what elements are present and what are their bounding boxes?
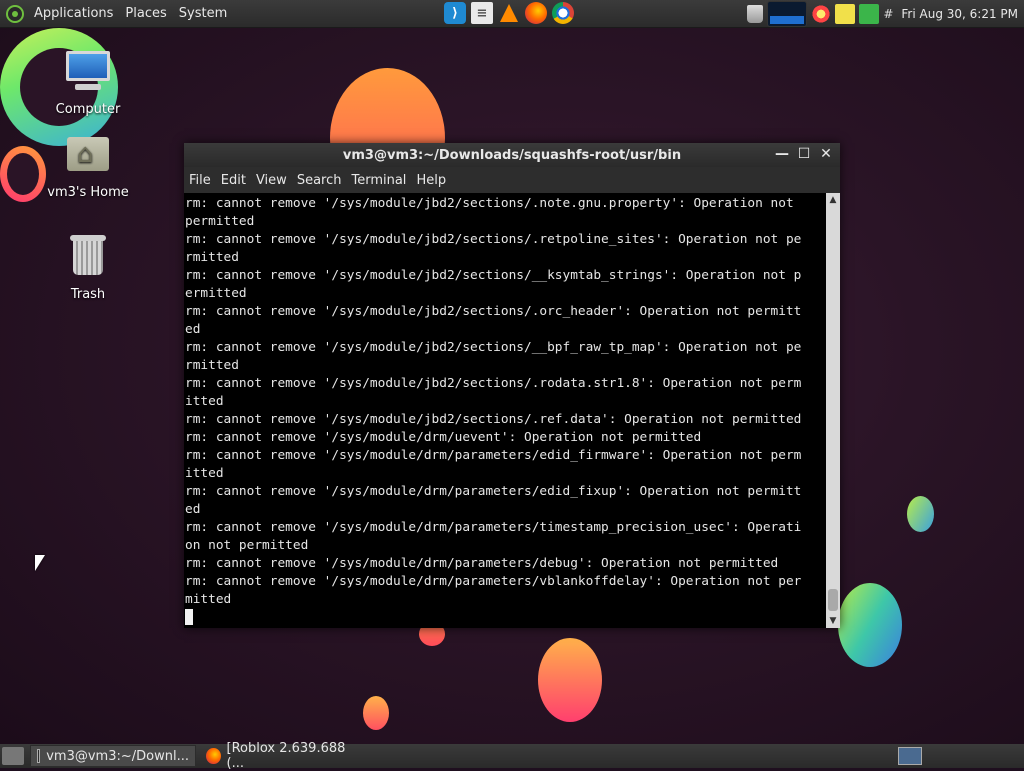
terminal-line: rm: cannot remove '/sys/module/drm/param… <box>185 448 802 463</box>
terminal-line: rm: cannot remove '/sys/module/drm/param… <box>185 520 802 535</box>
window-title: vm3@vm3:~/Downloads/squashfs-root/usr/bi… <box>342 147 682 163</box>
terminal-line: ed <box>185 502 201 517</box>
menu-help[interactable]: Help <box>411 173 451 188</box>
system-menu[interactable]: System <box>173 6 233 21</box>
chrome-icon[interactable] <box>552 2 574 24</box>
wallpaper-bottom-small-blob <box>363 696 389 730</box>
terminal-line: ed <box>185 322 201 337</box>
system-monitor-icon[interactable] <box>767 1 808 27</box>
taskbar-item-terminal[interactable]: vm3@vm3:~/Downl... <box>30 745 196 767</box>
terminal-line: itted <box>185 466 224 481</box>
taskbar-item-roblox[interactable]: [Roblox 2.639.688 (... <box>200 741 360 771</box>
terminal-line: on not permitted <box>185 538 309 553</box>
tray-hash-label: # <box>883 7 894 21</box>
desktop-icon-computer[interactable]: Computer <box>43 48 133 117</box>
scroll-up-arrow-icon[interactable]: ▲ <box>826 193 840 207</box>
clock[interactable]: Fri Aug 30, 6:21 PM <box>901 7 1018 21</box>
desktop-icon-trash[interactable]: Trash <box>43 233 133 302</box>
trash-icon <box>63 233 113 283</box>
close-button[interactable]: ✕ <box>818 146 834 162</box>
top-panel: Applications Places System ⟩ ≡ # Fri Aug… <box>0 0 1024 28</box>
vscode-icon[interactable]: ⟩ <box>444 2 466 24</box>
terminal-line: rm: cannot remove '/sys/module/jbd2/sect… <box>185 376 802 391</box>
wallpaper-pink-ring <box>0 146 46 202</box>
network-icon[interactable] <box>835 4 856 24</box>
terminal-line: rmitted <box>185 358 239 373</box>
desktop-icon-home[interactable]: vm3's Home <box>43 131 133 200</box>
terminal-output-area[interactable]: rm: cannot remove '/sys/module/jbd2/sect… <box>184 193 826 628</box>
menu-terminal[interactable]: Terminal <box>346 173 411 188</box>
terminal-line: itted <box>185 394 224 409</box>
terminal-line: rm: cannot remove '/sys/module/drm/param… <box>185 574 802 589</box>
terminal-line: permitted <box>185 214 255 229</box>
applications-menu[interactable]: Applications <box>28 6 119 21</box>
show-desktop-button[interactable] <box>2 747 24 765</box>
firefox-icon[interactable] <box>525 2 547 24</box>
terminal-line: rm: cannot remove '/sys/module/jbd2/sect… <box>185 268 802 283</box>
terminal-line: rm: cannot remove '/sys/module/jbd2/sect… <box>185 304 802 319</box>
home-folder-icon <box>63 131 113 181</box>
terminal-line: rm: cannot remove '/sys/module/jbd2/sect… <box>185 412 802 427</box>
menu-search[interactable]: Search <box>292 173 347 188</box>
wallpaper-small-green-blob <box>907 496 934 532</box>
desktop-icon-label: vm3's Home <box>47 185 129 200</box>
exit-icon[interactable] <box>859 4 880 24</box>
mouse-pointer-icon <box>35 555 45 571</box>
terminal-line: rm: cannot remove '/sys/module/drm/ueven… <box>185 430 702 445</box>
scrollbar-thumb[interactable] <box>828 589 838 611</box>
terminal-line: rmitted <box>185 250 239 265</box>
wallpaper-bottom-orange-blob <box>538 638 602 722</box>
workspace-switcher[interactable] <box>898 747 922 765</box>
trash-tray-icon[interactable] <box>747 5 764 23</box>
terminal-menubar: File Edit View Search Terminal Help <box>184 167 840 194</box>
vlc-icon[interactable] <box>498 2 520 24</box>
minimize-button[interactable]: — <box>774 146 790 162</box>
menu-file[interactable]: File <box>184 173 216 188</box>
terminal-line: rm: cannot remove '/sys/module/drm/param… <box>185 556 779 571</box>
maximize-button[interactable]: ☐ <box>796 146 812 162</box>
terminal-line: rm: cannot remove '/sys/module/jbd2/sect… <box>185 232 802 247</box>
terminal-line: mitted <box>185 592 232 607</box>
desktop-icon-label: Trash <box>70 287 106 302</box>
weather-icon[interactable] <box>811 4 832 24</box>
menu-view[interactable]: View <box>251 173 292 188</box>
terminal-output: rm: cannot remove '/sys/module/jbd2/sect… <box>184 193 826 628</box>
menu-edit[interactable]: Edit <box>216 173 251 188</box>
distro-logo-icon[interactable] <box>6 4 24 23</box>
window-controls: — ☐ ✕ <box>774 146 834 162</box>
taskbar-item-label: [Roblox 2.639.688 (... <box>226 741 346 771</box>
terminal-titlebar[interactable]: vm3@vm3:~/Downloads/squashfs-root/usr/bi… <box>184 143 840 167</box>
terminal-line: rm: cannot remove '/sys/module/jbd2/sect… <box>185 196 794 211</box>
terminal-icon <box>37 749 41 763</box>
scroll-down-arrow-icon[interactable]: ▼ <box>826 614 840 628</box>
system-tray: # Fri Aug 30, 6:21 PM <box>745 0 1024 28</box>
bottom-panel: vm3@vm3:~/Downl... [Roblox 2.639.688 (..… <box>0 741 1024 771</box>
launcher-bar: ⟩ ≡ <box>444 2 574 24</box>
places-menu[interactable]: Places <box>119 6 172 21</box>
terminal-line: ermitted <box>185 286 247 301</box>
wallpaper-green-blob <box>838 583 902 667</box>
terminal-scrollbar[interactable]: ▲ ▼ <box>826 193 840 628</box>
terminal-line: rm: cannot remove '/sys/module/drm/param… <box>185 484 802 499</box>
terminal-line: rm: cannot remove '/sys/module/jbd2/sect… <box>185 340 802 355</box>
computer-icon <box>63 48 113 98</box>
files-icon[interactable]: ≡ <box>471 2 493 24</box>
taskbar-item-label: vm3@vm3:~/Downl... <box>46 748 189 764</box>
terminal-cursor <box>185 609 193 625</box>
terminal-window[interactable]: vm3@vm3:~/Downloads/squashfs-root/usr/bi… <box>184 143 840 628</box>
firefox-icon <box>206 748 221 764</box>
desktop-icon-label: Computer <box>55 102 121 117</box>
